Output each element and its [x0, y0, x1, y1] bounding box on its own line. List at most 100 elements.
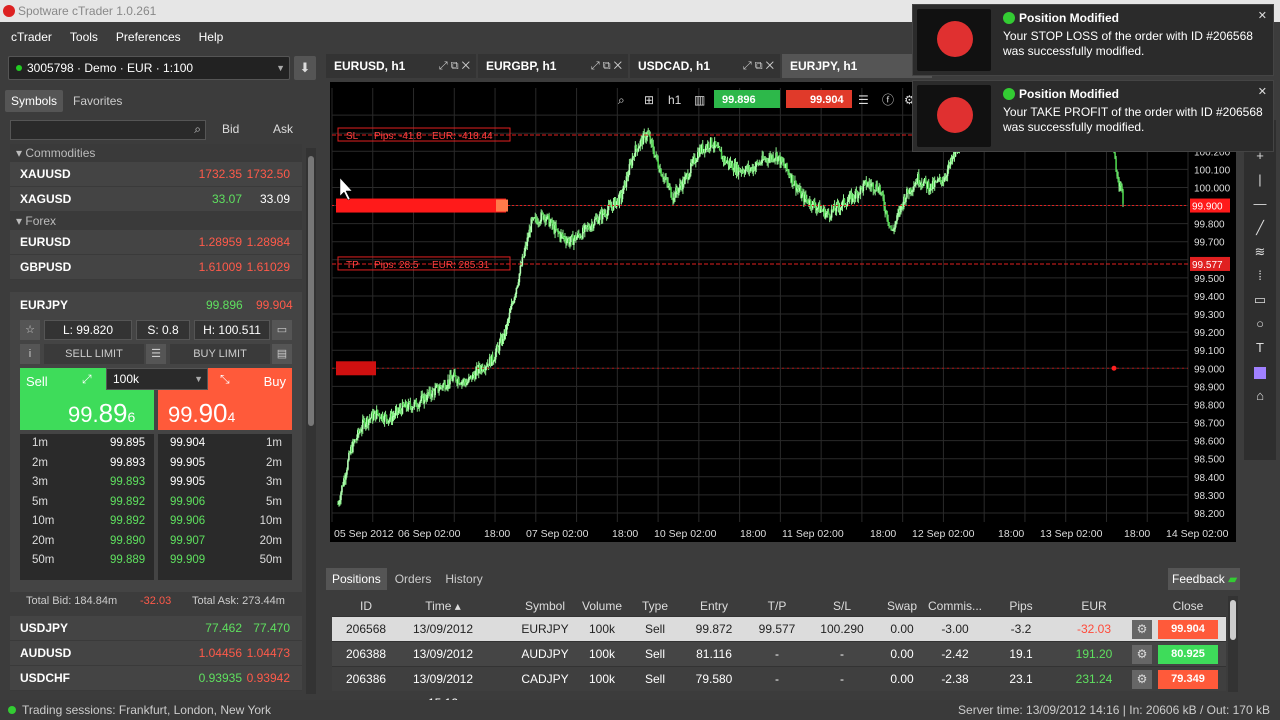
depth-row: 5m 99.892: [20, 493, 154, 513]
document-icon[interactable]: ▤: [272, 344, 292, 364]
sell-limit-button[interactable]: SELL LIMIT: [44, 344, 144, 364]
color-picker-icon[interactable]: [1244, 360, 1276, 384]
trend-line-icon[interactable]: ╱: [1244, 216, 1276, 240]
depth-row: 2m 99.905: [158, 454, 292, 474]
group-commodities[interactable]: ▾ Commodities: [10, 144, 302, 162]
search-icon[interactable]: ⌕: [194, 122, 201, 137]
feedback-button[interactable]: Feedback ▰: [1168, 568, 1240, 590]
chart-tool-icon[interactable]: ☰: [858, 93, 869, 107]
column-header[interactable]: Swap: [880, 596, 924, 616]
close-icon[interactable]: ✕: [1258, 9, 1267, 22]
symbol-name[interactable]: EURJPY: [20, 298, 68, 312]
tab-controls-icon[interactable]: ⤢ ⧉ ✕: [439, 54, 470, 78]
column-header[interactable]: S/L: [812, 596, 872, 616]
tab-positions[interactable]: Positions: [326, 568, 387, 590]
buy-label: Buy: [263, 374, 286, 389]
rectangle-icon[interactable]: ▭: [1244, 288, 1276, 312]
info-icon[interactable]: i: [20, 344, 40, 364]
y-tick-label: 100.100: [1194, 165, 1231, 176]
column-header[interactable]: EUR: [1066, 596, 1122, 616]
tab-orders[interactable]: Orders: [389, 568, 438, 590]
close-position-button[interactable]: 99.904: [1158, 620, 1218, 639]
x-tick-label: 18:00: [998, 528, 1024, 540]
symbol-list-scrollbar[interactable]: [306, 148, 316, 694]
column-header[interactable]: Time ▴: [398, 596, 488, 616]
menu-preferences[interactable]: Preferences: [116, 26, 181, 48]
candle-body: [442, 384, 444, 388]
scrollbar-thumb[interactable]: [308, 156, 314, 426]
chart-tool-icon[interactable]: h1: [668, 93, 682, 107]
y-tick-label: 99.100: [1194, 346, 1225, 357]
candle-body: [369, 418, 372, 420]
cell-swap: 0.00: [890, 647, 914, 661]
column-header[interactable]: Entry: [682, 596, 746, 616]
vertical-line-icon[interactable]: |: [1244, 168, 1276, 192]
column-header[interactable]: ID: [346, 596, 386, 616]
x-tick-label: 18:00: [484, 528, 510, 540]
symbol-row-gbpusd[interactable]: GBPUSD 1.61009 1.61029: [10, 255, 302, 280]
symbol-row-xauusd[interactable]: XAUUSD 1732.35 1732.50: [10, 162, 302, 187]
horizontal-line-icon[interactable]: —: [1244, 192, 1276, 216]
bid-column-header[interactable]: Bid: [222, 122, 239, 136]
position-row[interactable]: 20638813/09/2012 15:12AUDJPY100kSell81.1…: [332, 641, 1226, 685]
tab-chart-usdcad[interactable]: USDCAD, h1 ⤢ ⧉ ✕: [630, 54, 780, 78]
volume-select[interactable]: 100k ▼: [106, 368, 208, 390]
position-row[interactable]: 20638613/09/2012 15:12CADJPY100kSell79.5…: [332, 666, 1226, 710]
column-header[interactable]: Pips: [1004, 596, 1038, 616]
column-header[interactable]: Volume: [578, 596, 626, 616]
close-position-button[interactable]: 80.925: [1158, 645, 1218, 664]
gear-icon[interactable]: ⚙: [1132, 620, 1152, 639]
gear-icon[interactable]: ⚙: [1132, 670, 1152, 689]
symbol-row-usdchf[interactable]: USDCHF 0.93935 0.93942: [10, 666, 302, 691]
position-row[interactable]: 20656813/09/2012 17:13EURJPY100kSell99.8…: [332, 616, 1226, 660]
order-book-icon[interactable]: ☰: [146, 344, 166, 364]
tab-history[interactable]: History: [439, 568, 488, 590]
tab-chart-eurusd[interactable]: EURUSD, h1 ⤢ ⧉ ✕: [326, 54, 476, 78]
symbol-row-usdjpy[interactable]: USDJPY 77.462 77.470: [10, 616, 302, 641]
ellipse-icon[interactable]: ○: [1244, 312, 1276, 336]
tab-chart-eurjpy[interactable]: EURJPY, h1: [782, 54, 932, 78]
chart-tool-icon[interactable]: ⌕: [618, 93, 625, 107]
symbol-row-audusd[interactable]: AUDUSD 1.04456 1.04473: [10, 641, 302, 666]
column-header[interactable]: Close: [1158, 596, 1218, 616]
gear-icon[interactable]: ⚙: [1132, 645, 1152, 664]
user-icon[interactable]: ⬇: [294, 56, 316, 80]
close-position-button[interactable]: 79.349: [1158, 670, 1218, 689]
column-header[interactable]: T/P: [746, 596, 808, 616]
menu-ctrader[interactable]: cTrader: [11, 26, 52, 48]
chart-tool-icon[interactable]: ▥: [694, 93, 705, 107]
total-difference: -32.03: [140, 595, 172, 607]
text-icon[interactable]: T: [1244, 336, 1276, 360]
menu-help[interactable]: Help: [199, 26, 224, 48]
chart-icon[interactable]: ▭: [272, 320, 292, 340]
account-selector[interactable]: 3005798 · Demo · EUR · 1:100 ▼: [8, 56, 290, 80]
tab-controls-icon[interactable]: ⤢ ⧉ ✕: [591, 54, 622, 78]
camera-icon[interactable]: ⌂: [1244, 384, 1276, 408]
tab-favorites[interactable]: Favorites: [67, 90, 128, 112]
star-icon[interactable]: ☆: [20, 320, 40, 340]
column-header[interactable]: Symbol: [512, 596, 578, 616]
entry-close-marker: [496, 199, 508, 212]
menu-tools[interactable]: Tools: [70, 26, 98, 48]
symbol-row-xagusd[interactable]: XAGUSD 33.07 33.09: [10, 187, 302, 212]
grid-icon[interactable]: ⁞: [1244, 264, 1276, 288]
column-header[interactable]: Commis...: [924, 596, 986, 616]
chart-tool-icon[interactable]: ⊞: [644, 93, 654, 107]
positions-scrollbar[interactable]: [1228, 596, 1238, 692]
expand-icon: ⤢: [82, 372, 92, 386]
close-icon[interactable]: ✕: [1258, 85, 1267, 98]
symbol-search-input[interactable]: ⌕: [10, 120, 206, 140]
cell-id: 206388: [346, 647, 387, 661]
tab-chart-eurgbp[interactable]: EURGBP, h1 ⤢ ⧉ ✕: [478, 54, 628, 78]
fibonacci-icon[interactable]: ≋: [1244, 240, 1276, 264]
ask-column-header[interactable]: Ask: [273, 122, 293, 136]
tab-controls-icon[interactable]: ⤢ ⧉ ✕: [743, 54, 774, 78]
tab-symbols[interactable]: Symbols: [5, 90, 64, 112]
buy-limit-button[interactable]: BUY LIMIT: [170, 344, 270, 364]
chart-tool-icon[interactable]: ⓕ: [882, 93, 894, 107]
left-panel-tabs: Symbols Favorites: [5, 90, 128, 112]
column-header[interactable]: Type: [632, 596, 678, 616]
group-forex[interactable]: ▾ Forex: [10, 212, 302, 230]
symbol-row-eurusd[interactable]: EURUSD 1.28959 1.28984: [10, 230, 302, 255]
scrollbar-thumb[interactable]: [1230, 600, 1236, 640]
